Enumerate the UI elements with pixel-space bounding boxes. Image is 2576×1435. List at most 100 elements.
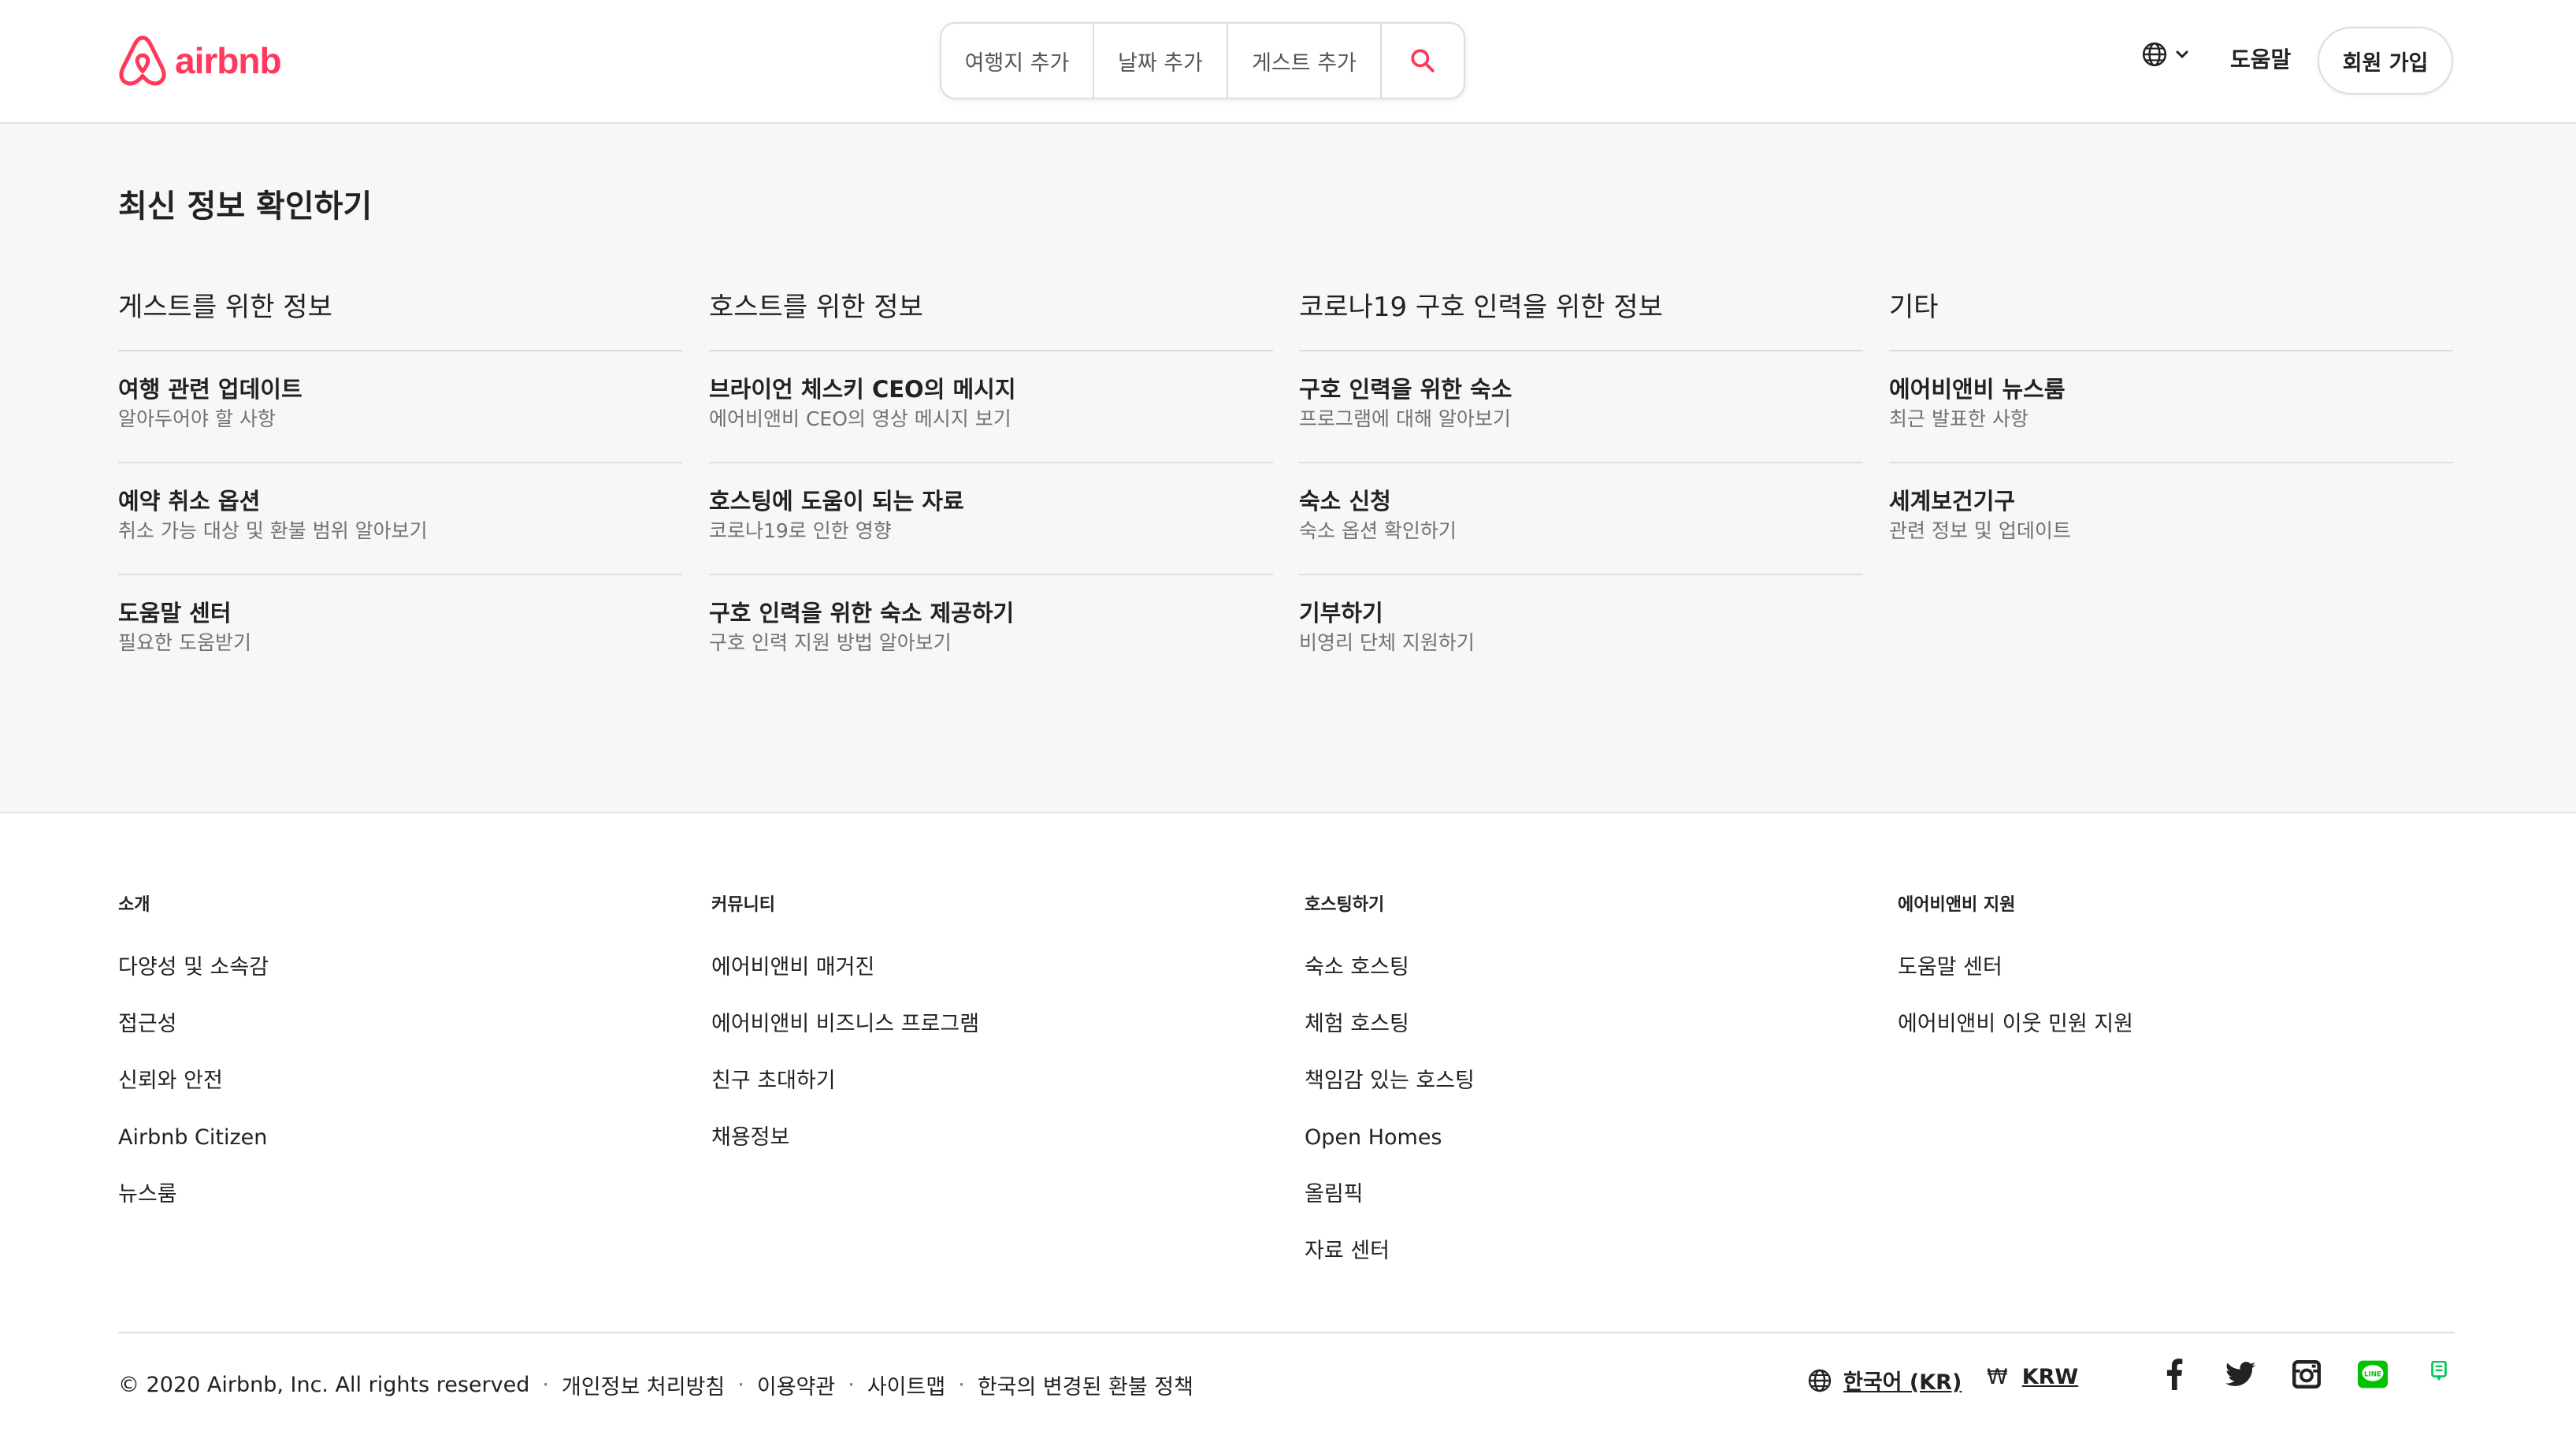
updates-item-subtitle: 취소 가능 대상 및 환불 범위 알아보기 (118, 519, 428, 542)
updates-item-subtitle: 비영리 단체 지원하기 (1299, 631, 1475, 654)
updates-item-subtitle: 최근 발표한 사항 (1889, 407, 2029, 430)
updates-column-covid-responders: 코로나19 구호 인력을 위한 정보 구호 인력을 위한 숙소 프로그램에 대해… (1299, 285, 1863, 687)
footer-column-community: 커뮤니티 에어비앤비 매거진 에어비앤비 비즈니스 프로그램 친구 초대하기 채… (711, 890, 1263, 1166)
footer-link[interactable]: 숙소 호스팅 (1305, 939, 1856, 996)
privacy-link[interactable]: 개인정보 처리방침 (562, 1370, 725, 1400)
updates-column-guests: 게스트를 위한 정보 여행 관련 업데이트 알아두어야 할 사항 예약 취소 옵… (118, 285, 682, 687)
separator-dot: · (848, 1373, 855, 1397)
updates-item-title: 호스팅에 도움이 되는 자료 (709, 488, 964, 515)
language-menu-button[interactable] (2141, 41, 2190, 68)
top-header: airbnb 여행지 추가 날짜 추가 게스트 추가 도움말 회원 가입 (0, 0, 2576, 124)
search-guests[interactable]: 게스트 추가 (1228, 24, 1382, 98)
site-footer: 소개 다양성 및 소속감 접근성 신뢰와 안전 Airbnb Citizen 뉴… (0, 813, 2576, 1435)
updates-item[interactable]: 에어비앤비 뉴스룸 최근 발표한 사항 (1889, 351, 2453, 463)
updates-item[interactable]: 도움말 센터 필요한 도움받기 (118, 575, 682, 687)
search-dates[interactable]: 날짜 추가 (1094, 24, 1228, 98)
footer-column-title: 소개 (118, 895, 150, 915)
separator-dot: · (542, 1373, 549, 1397)
footer-link[interactable]: 채용정보 (711, 1110, 1263, 1166)
updates-item-subtitle: 프로그램에 대해 알아보기 (1299, 407, 1511, 430)
social-links: LINE (2158, 1359, 2455, 1390)
updates-item-title: 여행 관련 업데이트 (118, 376, 303, 403)
updates-item-subtitle: 구호 인력 지원 방법 알아보기 (709, 631, 952, 654)
airbnb-belo-icon (119, 35, 166, 86)
refund-policy-link[interactable]: 한국의 변경된 환불 정책 (978, 1370, 1193, 1400)
updates-column-hosts: 호스트를 위한 정보 브라이언 체스키 CEO의 메시지 에어비앤비 CEO의 … (709, 285, 1273, 687)
language-selector[interactable]: 한국어 (KR) (1807, 1365, 1962, 1396)
airbnb-logo[interactable]: airbnb (118, 35, 282, 87)
updates-item-title: 예약 취소 옵션 (118, 488, 261, 515)
search-bar: 여행지 추가 날짜 추가 게스트 추가 (940, 22, 1465, 99)
updates-item[interactable]: 구호 인력을 위한 숙소 프로그램에 대해 알아보기 (1299, 351, 1863, 463)
language-label: 한국어 (KR) (1843, 1370, 1962, 1395)
footer-link[interactable]: 친구 초대하기 (711, 1053, 1263, 1110)
updates-item-title: 숙소 신청 (1299, 488, 1391, 515)
separator-dot: · (737, 1373, 744, 1397)
terms-link[interactable]: 이용약관 (757, 1370, 835, 1400)
updates-item-title: 에어비앤비 뉴스룸 (1889, 376, 2066, 403)
footer-link[interactable]: 책임감 있는 호스팅 (1305, 1053, 1856, 1110)
footer-column-title: 커뮤니티 (711, 895, 775, 915)
updates-item-title: 브라이언 체스키 CEO의 메시지 (709, 376, 1016, 403)
updates-item[interactable]: 숙소 신청 숙소 옵션 확인하기 (1299, 463, 1863, 575)
updates-item[interactable]: 세계보건기구 관련 정보 및 업데이트 (1889, 463, 2453, 575)
svg-text:LINE: LINE (2364, 1370, 2381, 1378)
updates-column-other: 기타 에어비앤비 뉴스룸 최근 발표한 사항 세계보건기구 관련 정보 및 업데… (1889, 285, 2453, 575)
line-icon[interactable]: LINE (2357, 1359, 2389, 1390)
twitter-icon[interactable] (2225, 1359, 2256, 1390)
updates-item-title: 기부하기 (1299, 600, 1383, 626)
sitemap-link[interactable]: 사이트맵 (867, 1370, 945, 1400)
footer-link[interactable]: Open Homes (1305, 1110, 1856, 1166)
updates-item-subtitle: 필요한 도움받기 (118, 631, 251, 654)
updates-column-title: 호스트를 위한 정보 (709, 285, 1273, 351)
search-destination[interactable]: 여행지 추가 (941, 24, 1094, 98)
updates-column-title: 게스트를 위한 정보 (118, 285, 682, 351)
currency-symbol: ₩ (1987, 1365, 2008, 1389)
footer-column-support: 에어비앤비 지원 도움말 센터 에어비앤비 이웃 민원 지원 (1898, 890, 2449, 1053)
updates-item-subtitle: 코로나19로 인한 영향 (709, 519, 892, 542)
search-icon (1411, 49, 1435, 72)
updates-item-subtitle: 알아두어야 할 사항 (118, 407, 276, 430)
footer-column-title: 에어비앤비 지원 (1898, 895, 2016, 915)
updates-item-subtitle: 에어비앤비 CEO의 영상 메시지 보기 (709, 407, 1011, 430)
footer-link[interactable]: 에어비앤비 매거진 (711, 939, 1263, 996)
facebook-icon[interactable] (2158, 1359, 2190, 1390)
currency-label: KRW (2021, 1365, 2079, 1389)
footer-link[interactable]: 에어비앤비 이웃 민원 지원 (1898, 996, 2449, 1053)
updates-item[interactable]: 구호 인력을 위한 숙소 제공하기 구호 인력 지원 방법 알아보기 (709, 575, 1273, 687)
updates-column-title: 코로나19 구호 인력을 위한 정보 (1299, 285, 1863, 351)
footer-link[interactable]: 뉴스룸 (118, 1166, 670, 1223)
updates-item[interactable]: 브라이언 체스키 CEO의 메시지 에어비앤비 CEO의 영상 메시지 보기 (709, 351, 1273, 463)
updates-item[interactable]: 예약 취소 옵션 취소 가능 대상 및 환불 범위 알아보기 (118, 463, 682, 575)
updates-item[interactable]: 여행 관련 업데이트 알아두어야 할 사항 (118, 351, 682, 463)
footer-link[interactable]: 도움말 센터 (1898, 939, 2449, 996)
copyright-text: © 2020 Airbnb, Inc. All rights reserved (118, 1373, 530, 1397)
footer-link[interactable]: 신뢰와 안전 (118, 1053, 670, 1110)
help-link[interactable]: 도움말 (2230, 43, 2291, 74)
instagram-icon[interactable] (2291, 1359, 2322, 1390)
footer-link[interactable]: 자료 센터 (1305, 1223, 1856, 1280)
updates-item[interactable]: 기부하기 비영리 단체 지원하기 (1299, 575, 1863, 687)
updates-item[interactable]: 호스팅에 도움이 되는 자료 코로나19로 인한 영향 (709, 463, 1273, 575)
footer-link[interactable]: Airbnb Citizen (118, 1110, 670, 1166)
footer-link[interactable]: 접근성 (118, 996, 670, 1053)
signup-button[interactable]: 회원 가입 (2318, 27, 2453, 95)
footer-column-hosting: 호스팅하기 숙소 호스팅 체험 호스팅 책임감 있는 호스팅 Open Home… (1305, 890, 1856, 1280)
updates-item-subtitle: 관련 정보 및 업데이트 (1889, 519, 2071, 542)
globe-icon (2142, 42, 2167, 67)
search-button[interactable] (1382, 24, 1464, 98)
globe-icon (1808, 1369, 1832, 1392)
updates-item-title: 도움말 센터 (118, 600, 232, 626)
footer-link[interactable]: 다양성 및 소속감 (118, 939, 670, 996)
updates-section: 최신 정보 확인하기 게스트를 위한 정보 여행 관련 업데이트 알아두어야 할… (0, 124, 2576, 813)
updates-item-title: 구호 인력을 위한 숙소 (1299, 376, 1513, 403)
separator-dot: · (958, 1373, 965, 1397)
naver-blog-icon[interactable] (2423, 1359, 2455, 1390)
footer-link[interactable]: 에어비앤비 비즈니스 프로그램 (711, 996, 1263, 1053)
footer-legal-bar: © 2020 Airbnb, Inc. All rights reserved … (118, 1370, 1193, 1400)
logo-wordmark: airbnb (175, 40, 282, 81)
footer-link[interactable]: 체험 호스팅 (1305, 996, 1856, 1053)
updates-title: 최신 정보 확인하기 (118, 188, 373, 225)
currency-selector[interactable]: ₩ KRW (1987, 1365, 2078, 1389)
footer-link[interactable]: 올림픽 (1305, 1166, 1856, 1223)
